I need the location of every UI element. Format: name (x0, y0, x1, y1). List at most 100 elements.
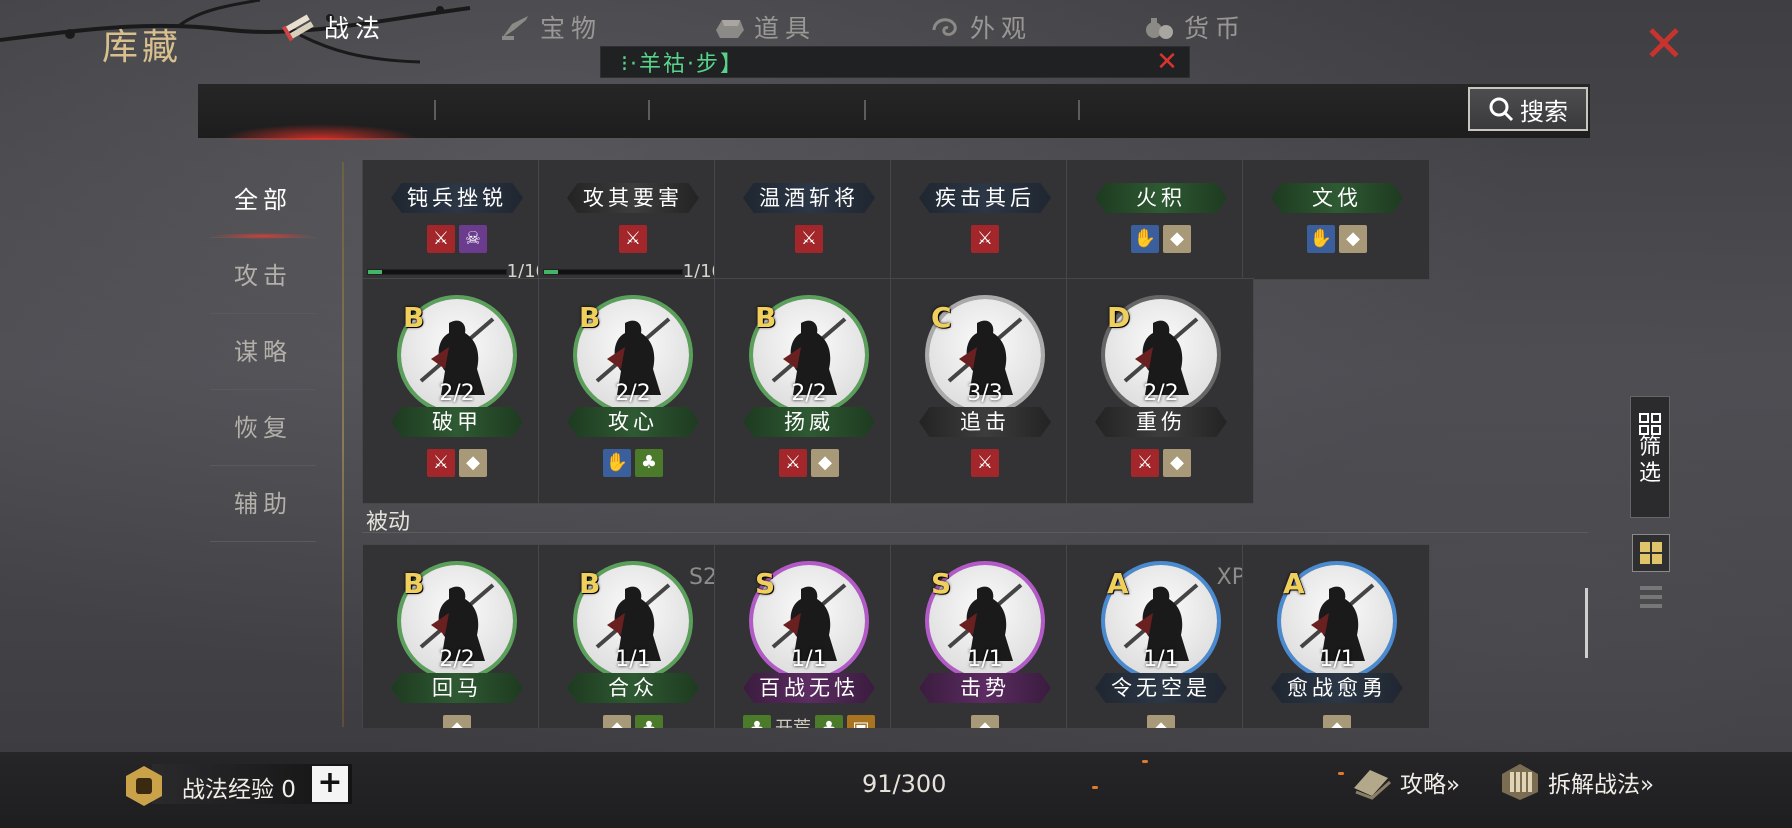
tactic-type-icon: ✋ (603, 449, 631, 477)
tactic-type-icons: ✋ ◆ (1243, 225, 1431, 253)
tactic-card[interactable]: A 1/1愈战愈勇 ◆ (1242, 544, 1430, 728)
tab-items[interactable]: 道具 (712, 0, 816, 54)
tactic-type-icon: ⚔ (779, 449, 807, 477)
close-icon: ✕ (1643, 15, 1685, 73)
tactic-name: 愈战愈勇 (1271, 673, 1403, 703)
tactic-type-icons: ⚔ (891, 225, 1079, 253)
guide-button[interactable]: 攻略» (1350, 762, 1460, 802)
tactic-name: 追击 (919, 407, 1051, 437)
tactic-card[interactable]: 文伐 ✋ ◆ (1242, 160, 1430, 280)
sidebar-item-attack[interactable]: 攻击 (210, 238, 316, 314)
tactic-count: 3/3 (967, 381, 1003, 406)
tactic-type-icons: ⚔ ☠ (363, 225, 551, 253)
tactic-card[interactable]: B 2/2 攻心 ✋ ♣ (538, 278, 726, 504)
tactic-card[interactable]: 钝兵挫锐 ⚔ ☠ 1/10 (362, 160, 551, 282)
sidebar-item-strategy[interactable]: 谋略 (210, 314, 316, 390)
tactic-name: 火积 (1095, 183, 1227, 213)
filter-label: 选 (1638, 461, 1661, 486)
tactic-type-icons: ◆ (1067, 715, 1255, 728)
tactic-type-icons: ♣ 开荒 ♣ ▣ (715, 715, 903, 728)
tactic-name: 温酒斩将 (743, 183, 875, 213)
tactic-type-icon: ⚔ (795, 225, 823, 253)
tab-divider (648, 100, 650, 120)
tactic-card[interactable]: S 1/1击势 ◆ (890, 544, 1078, 728)
tactic-type-icon: ☠ (459, 225, 487, 253)
tactic-count: 2/2 (1143, 381, 1179, 406)
tab-treasure[interactable]: 宝物 (498, 0, 602, 54)
tactic-card[interactable]: B 2/2 扬威 ⚔ ◆ (714, 278, 902, 504)
ember-particle (1338, 772, 1344, 775)
add-exp-button[interactable]: + (312, 766, 348, 802)
tactic-type-icon: ◆ (603, 715, 631, 728)
list-view-toggle[interactable] (1632, 578, 1670, 616)
sidebar-item-all[interactable]: 全部 (210, 162, 316, 239)
tactic-type-icon: ◆ (811, 449, 839, 477)
filter-button[interactable]: 筛 选 (1630, 396, 1670, 518)
grid-view-toggle[interactable] (1632, 534, 1670, 572)
grid-view-icon (1640, 542, 1662, 564)
season-tag: S2 (689, 565, 717, 590)
season-tag: XP (1216, 565, 1245, 590)
tactic-card[interactable]: B 2/2回马 ◆ (362, 544, 550, 728)
disassemble-tactics-button[interactable]: 拆解战法» (1498, 762, 1654, 802)
tactic-count: 2/2 (615, 381, 651, 406)
tactic-card[interactable]: S 1/1百战无怯 ♣ 开荒 ♣ ▣ (714, 544, 902, 728)
progress-fill (544, 270, 558, 274)
tactic-type-icon: ✋ (1307, 225, 1335, 253)
grade-badge: S (931, 567, 952, 600)
tactic-count: 2/2 (439, 647, 475, 672)
grade-badge: B (403, 301, 425, 334)
tactic-type-icon: ◆ (1339, 225, 1367, 253)
tactic-card[interactable]: D 2/2 重伤 ⚔ ◆ (1066, 278, 1254, 504)
tactic-name: 重伤 (1095, 407, 1227, 437)
tactic-type-icons: ⚔ (891, 449, 1079, 477)
tactic-card[interactable]: 攻其要害 ⚔ 1/10 (538, 160, 726, 282)
notification-banner[interactable]: ⁝·羊祜·步】 ✕ (600, 46, 1190, 78)
tab-label: 道具 (754, 14, 817, 43)
grade-badge: B (755, 301, 777, 334)
tab-appearance[interactable]: 外观 (928, 0, 1032, 54)
exp-label: 战法经验 0 (182, 777, 296, 803)
sidebar-item-support[interactable]: 辅助 (210, 466, 316, 542)
tactic-count: 1/1 (1143, 647, 1179, 672)
tactic-name: 攻其要害 (567, 183, 699, 213)
tactic-type-icons: ◆ (363, 715, 551, 728)
tactic-type-icon: ⚔ (971, 225, 999, 253)
filter-label: 筛 (1638, 435, 1661, 460)
grid-scrollbar[interactable] (1585, 588, 1588, 658)
grade-badge: B (403, 567, 425, 600)
tab-divider (864, 100, 866, 120)
tab-tactics[interactable]: 战法 (282, 0, 386, 54)
close-button[interactable]: ✕ (1636, 19, 1692, 69)
active-tab-glow (220, 124, 420, 140)
coin-bag-icon (1146, 18, 1173, 39)
tactics-grid[interactable]: ▲ 被动 ▼ 钝兵挫锐⚔☠1/10攻其要害⚔1/10温酒斩将⚔疾击其后⚔火积✋◆… (362, 160, 1588, 728)
tactic-count: 1/1 (615, 647, 651, 672)
tactic-card[interactable]: B1/1S2合众◆♣ (538, 544, 726, 728)
tactic-count: 1/1 (791, 647, 827, 672)
tactic-type-icons: ◆ (891, 715, 1079, 728)
tactic-type-icon: ⚔ (1131, 449, 1159, 477)
tactic-type-icon: ⚔ (619, 225, 647, 253)
tactic-name: 百战无怯 (743, 673, 875, 703)
sidebar-item-recovery[interactable]: 恢复 (210, 390, 316, 466)
tab-currency[interactable]: 货币 (1142, 0, 1246, 54)
tactic-card[interactable]: 温酒斩将 ⚔ (714, 160, 902, 280)
tactic-type-icons: ⚔ ◆ (715, 449, 903, 477)
search-button[interactable]: 搜索 (1468, 87, 1588, 131)
tactic-card[interactable]: A 1/1 XP 令无空是 ◆ (1066, 544, 1254, 728)
tactic-count: 1/1 (967, 647, 1003, 672)
treasure-cannon-icon (502, 16, 528, 40)
tactic-name: 令无空是 (1095, 673, 1227, 703)
tactic-card[interactable]: 疾击其后 ⚔ (890, 160, 1078, 280)
page-title: 库藏 (102, 27, 183, 68)
progress-fill (368, 270, 382, 274)
tactic-card[interactable]: C 3/3 追击 ⚔ (890, 278, 1078, 504)
tactic-type-icons: ⚔ ◆ (363, 449, 551, 477)
tactic-card[interactable]: B 2/2 破甲 ⚔ ◆ (362, 278, 550, 504)
tactic-card[interactable]: 火积 ✋ ◆ (1066, 160, 1254, 280)
tactic-type-icons: ⚔ (715, 225, 903, 253)
tactic-name: 扬威 (743, 407, 875, 437)
tactic-name: 疾击其后 (919, 183, 1051, 213)
tactic-type-icon: ◆ (1323, 715, 1351, 728)
